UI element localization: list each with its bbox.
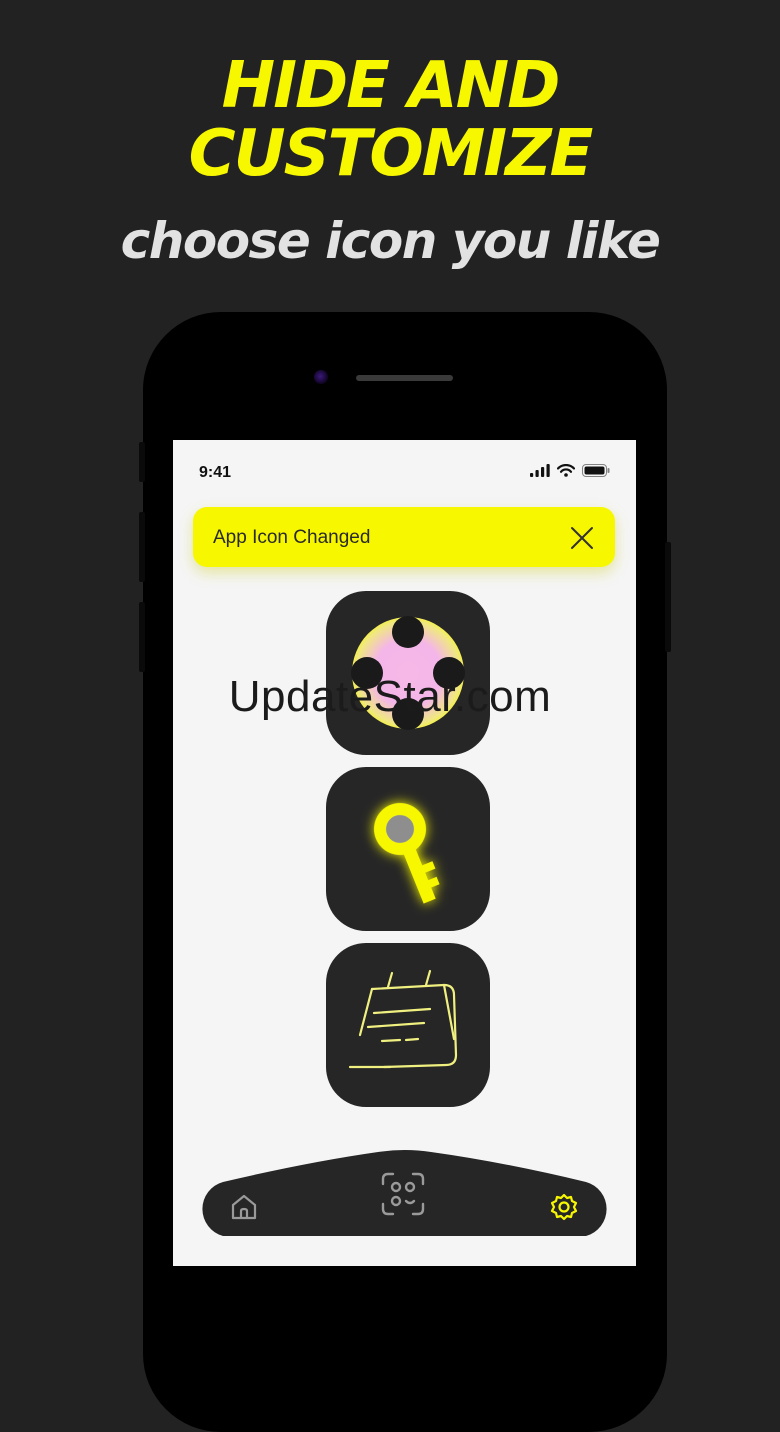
settings-icon[interactable] [549, 1192, 579, 1222]
app-icon-changed-toast: App Icon Changed [193, 507, 615, 567]
watermark: UpdateStar.com [228, 672, 552, 721]
phone-power-button [665, 542, 671, 652]
headline-line-2: CUSTOMIZE [188, 117, 594, 191]
earpiece-speaker [356, 375, 453, 381]
subheadline: choose icon you like [120, 212, 661, 270]
tab-bar [193, 1144, 616, 1238]
headline: HIDE AND CUSTOMIZE [0, 52, 780, 188]
key-icon [374, 803, 440, 904]
home-icon[interactable] [229, 1192, 259, 1222]
status-time: 9:41 [199, 464, 232, 481]
toast-message: App Icon Changed [213, 527, 371, 548]
calendar-icon [348, 969, 458, 1069]
front-camera [314, 370, 328, 384]
status-icons [530, 464, 610, 477]
battery-icon [582, 464, 610, 477]
wifi-icon [557, 464, 575, 477]
signal-icon [530, 464, 550, 477]
face-scan-icon[interactable] [379, 1170, 427, 1218]
icon-option-key[interactable] [326, 767, 490, 931]
phone-screen: 9:41 App Icon Changed [173, 440, 636, 1266]
headline-line-1: HIDE AND [221, 49, 561, 123]
close-icon[interactable] [569, 525, 595, 551]
phone-volume-down [139, 602, 145, 672]
icon-option-calendar[interactable] [326, 943, 490, 1107]
phone-mute-switch [139, 442, 145, 482]
phone-volume-up [139, 512, 145, 582]
